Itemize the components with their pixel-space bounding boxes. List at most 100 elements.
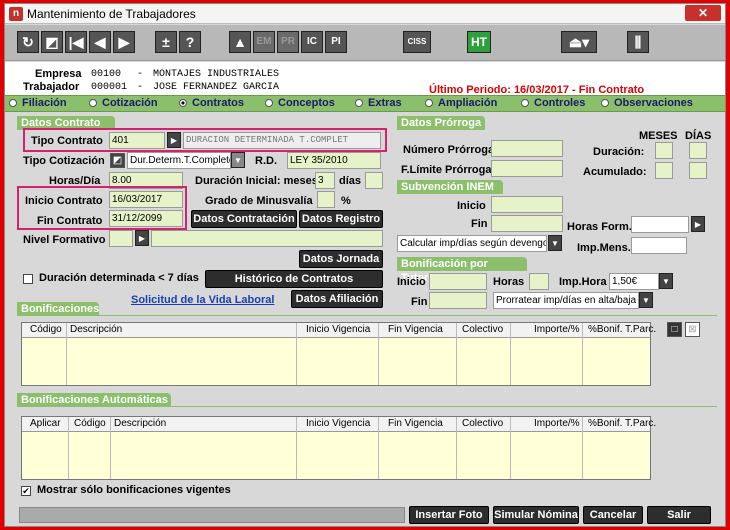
em-button[interactable]: EM (253, 31, 275, 53)
radio-icon (265, 99, 273, 107)
app-icon: n (9, 7, 23, 21)
datos-contratacion-button[interactable]: Datos Contratación (191, 210, 297, 228)
duracion-meses-field[interactable]: 3 (315, 172, 335, 189)
tipo-cotizacion-label: Tipo Cotización (23, 155, 105, 167)
prorratear-select[interactable]: Prorratear imp/días en alta/baja (493, 292, 639, 309)
tipo-cotizacion-select[interactable]: Dur.Determ.T.Completo (127, 152, 231, 169)
chevron-down-icon[interactable]: ▼ (659, 273, 673, 289)
help-icon[interactable]: ? (179, 31, 201, 53)
col-colectivo: Colectivo (462, 418, 504, 429)
percent-label: % (341, 195, 351, 207)
tab-extras[interactable]: Extras (355, 97, 402, 109)
ciss-button[interactable]: CISS (403, 31, 431, 53)
limite-prorroga-field[interactable] (491, 160, 563, 177)
acumulado-dias[interactable] (689, 162, 707, 179)
inicio-contrato-field[interactable]: 16/03/2017 (109, 191, 183, 208)
tutoria-horas-field[interactable] (529, 273, 549, 290)
radio-icon (601, 99, 609, 107)
col-importe: Importe/% (534, 324, 580, 335)
insertar-foto-button[interactable]: Insertar Foto (409, 506, 489, 524)
tutoria-horas-label: Horas (493, 276, 525, 288)
duracion-inicial-label: Duración Inicial: meses (195, 175, 318, 187)
add-row-icon[interactable]: □ (667, 322, 682, 337)
settings-sliders-icon[interactable]: ⫼ (627, 31, 649, 53)
window-title: Mantenimiento de Trabajadores (27, 7, 196, 21)
horas-form-field[interactable] (631, 216, 689, 233)
plus-minus-icon[interactable]: ± (155, 31, 177, 53)
tab-conceptos[interactable]: Conceptos (265, 97, 335, 109)
tab-ampliacion[interactable]: Ampliación (425, 97, 497, 109)
refresh-icon[interactable]: ↻ (17, 31, 39, 53)
subvencion-inicio-field[interactable] (491, 196, 563, 213)
horas-form-lookup-icon[interactable]: ▶ (691, 216, 705, 232)
tab-cotizacion[interactable]: Cotización (89, 97, 158, 109)
duracion-meses-prorroga[interactable] (655, 142, 673, 159)
subvencion-fin-field[interactable] (491, 215, 563, 232)
simular-nomina-button[interactable]: Simular Nómina (493, 506, 579, 524)
datos-jornada-button[interactable]: Datos Jornada (299, 250, 383, 268)
bonificaciones-table[interactable]: Código Descripción Inicio Vigencia Fin V… (21, 322, 656, 386)
tab-contratos[interactable]: Contratos (179, 97, 244, 109)
datos-afiliacion-button[interactable]: Datos Afiliación (291, 290, 383, 308)
tipo-contrato-lookup-icon[interactable]: ▶ (167, 132, 181, 148)
horas-dia-field[interactable]: 8.00 (109, 172, 183, 189)
chevron-down-icon[interactable]: ▼ (548, 235, 562, 251)
grado-minusvalia-field[interactable] (317, 191, 335, 208)
imp-hora-select[interactable]: 1,50€ (609, 273, 659, 290)
pr-button[interactable]: PR (277, 31, 299, 53)
mostrar-vigentes-checkbox[interactable]: ✔ (21, 486, 31, 496)
table-header: Aplicar Código Descripción Inicio Vigenc… (22, 417, 656, 432)
duracion-dias-field[interactable] (365, 172, 383, 189)
tab-observaciones[interactable]: Observaciones (601, 97, 693, 109)
fin-contrato-field[interactable]: 31/12/2099 (109, 210, 183, 227)
tutoria-inicio-field[interactable] (429, 273, 487, 290)
nivel-formativo-desc (151, 230, 383, 247)
col-fin-vigencia: Fin Vigencia (388, 324, 443, 335)
upload-dropdown-icon[interactable]: ⏏▾ (561, 31, 597, 53)
dias-header: DÍAS (685, 130, 712, 142)
rd-field[interactable]: LEY 35/2010 (287, 152, 381, 169)
inicio-contrato-label: Inicio Contrato (25, 195, 103, 207)
delete-row-icon[interactable]: ⊠ (685, 322, 700, 337)
first-record-icon[interactable]: |◀ (65, 31, 87, 53)
next-icon[interactable]: ▶ (113, 31, 135, 53)
bonificaciones-automaticas-table[interactable]: Aplicar Código Descripción Inicio Vigenc… (21, 416, 656, 480)
radio-selected-icon (179, 99, 187, 107)
edit-icon[interactable]: ◩ (110, 153, 125, 168)
calcular-select[interactable]: Calcular imp/días según devengo (397, 235, 547, 252)
pi-button[interactable]: PI (325, 31, 347, 53)
section-datos-contrato: Datos Contrato (17, 116, 115, 130)
numero-prorroga-field[interactable] (491, 140, 563, 157)
numero-prorroga-label: Número Prórroga (403, 144, 495, 156)
clear-icon[interactable]: ◩ (41, 31, 63, 53)
ht-button[interactable]: HT (467, 31, 491, 53)
tab-controles[interactable]: Controles (521, 97, 585, 109)
duracion-dias-prorroga[interactable] (689, 142, 707, 159)
chevron-down-icon[interactable]: ▼ (231, 152, 245, 168)
chevron-down-icon[interactable]: ▼ (639, 292, 653, 308)
col-bonif-tparc: %Bonif. T.Parc. (588, 418, 657, 429)
cancelar-button[interactable]: Cancelar (583, 506, 643, 524)
col-codigo: Código (74, 418, 106, 429)
previous-icon[interactable]: ◀ (89, 31, 111, 53)
acumulado-meses[interactable] (655, 162, 673, 179)
nivel-formativo-code[interactable] (109, 230, 133, 247)
dias-label: días (339, 175, 362, 187)
tutoria-fin-field[interactable] (429, 292, 487, 309)
empresa-code: 00100 (91, 69, 122, 80)
close-button[interactable]: ✕ (685, 5, 721, 21)
toolbar: ↻ ◩ |◀ ◀ ▶ ± ? ▲ EM PR IC PI CISS HT ⏏▾ … (5, 25, 725, 61)
ic-button[interactable]: IC (301, 31, 323, 53)
tipo-contrato-field[interactable]: 401 (109, 132, 165, 149)
tipo-contrato-label: Tipo Contrato (31, 135, 103, 147)
imp-mens-field[interactable] (631, 237, 687, 254)
duracion-determinada-checkbox[interactable] (23, 274, 33, 284)
alert-icon[interactable]: ▲ (229, 31, 251, 53)
datos-registro-button[interactable]: Datos Registro (299, 210, 383, 228)
solicitud-vida-laboral-link[interactable]: Solicitud de la Vida Laboral (131, 294, 274, 306)
salir-button[interactable]: Salir (647, 506, 711, 524)
tipo-contrato-desc: DURACION DETERMINADA T.COMPLET (183, 132, 381, 149)
tab-filiacion[interactable]: Filiación (9, 97, 67, 109)
nivel-formativo-lookup-icon[interactable]: ▶ (135, 230, 149, 246)
historico-contratos-button[interactable]: Histórico de Contratos (205, 270, 383, 288)
